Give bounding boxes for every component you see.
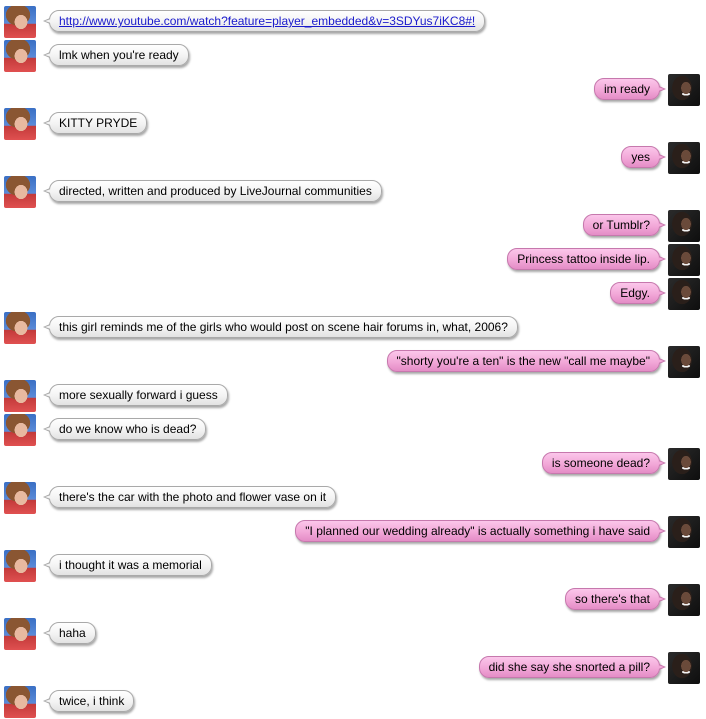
message-text: or Tumblr?	[592, 218, 650, 232]
outgoing-message-bubble: "shorty you're a ten" is the new "call m…	[386, 350, 667, 372]
message-row: so there's that	[0, 582, 706, 616]
self-avatar-icon	[668, 278, 700, 310]
self-avatar-icon	[668, 142, 700, 174]
outgoing-message-bubble: or Tumblr?	[582, 214, 667, 236]
message-row: Edgy.	[0, 276, 706, 310]
outgoing-message-bubble: yes	[621, 146, 666, 168]
message-text: Princess tattoo inside lip.	[517, 252, 650, 266]
message-text: there's the car with the photo and flowe…	[59, 490, 327, 504]
message-text: so there's that	[575, 592, 650, 606]
buddy-avatar-icon	[4, 414, 36, 446]
message-row: did she say she snorted a pill?	[0, 650, 706, 684]
message-row: Princess tattoo inside lip.	[0, 242, 706, 276]
message-row: haha	[0, 616, 706, 650]
message-row: i thought it was a memorial	[0, 548, 706, 582]
message-text: Edgy.	[620, 286, 650, 300]
buddy-avatar-icon	[4, 108, 36, 140]
chat-transcript: http://www.youtube.com/watch?feature=pla…	[0, 0, 706, 719]
buddy-avatar-icon	[4, 6, 36, 38]
outgoing-message-bubble: im ready	[593, 78, 667, 100]
self-avatar-icon	[668, 74, 700, 106]
buddy-avatar-icon	[4, 40, 36, 72]
message-row: this girl reminds me of the girls who wo…	[0, 310, 706, 344]
self-avatar-icon	[668, 516, 700, 548]
outgoing-message-bubble: "I planned our wedding already" is actua…	[295, 520, 666, 542]
message-link[interactable]: http://www.youtube.com/watch?feature=pla…	[59, 14, 475, 28]
buddy-avatar-icon	[4, 482, 36, 514]
message-row: lmk when you're ready	[0, 38, 706, 72]
message-row: im ready	[0, 72, 706, 106]
incoming-message-bubble: this girl reminds me of the girls who wo…	[43, 316, 518, 338]
message-row: more sexually forward i guess	[0, 378, 706, 412]
incoming-message-bubble: haha	[43, 622, 96, 644]
message-row: http://www.youtube.com/watch?feature=pla…	[0, 4, 706, 38]
buddy-avatar-icon	[4, 686, 36, 718]
message-text: "I planned our wedding already" is actua…	[305, 524, 650, 538]
incoming-message-bubble: lmk when you're ready	[43, 44, 189, 66]
message-text: do we know who is dead?	[59, 422, 197, 436]
outgoing-message-bubble: so there's that	[565, 588, 666, 610]
message-text: "shorty you're a ten" is the new "call m…	[396, 354, 650, 368]
message-text: haha	[59, 626, 86, 640]
incoming-message-bubble: do we know who is dead?	[42, 418, 207, 440]
incoming-message-bubble: i thought it was a memorial	[43, 554, 212, 576]
message-row: there's the car with the photo and flowe…	[0, 480, 706, 514]
buddy-avatar-icon	[4, 550, 36, 582]
incoming-message-bubble: directed, written and produced by LiveJo…	[43, 180, 382, 202]
message-text: did she say she snorted a pill?	[488, 660, 650, 674]
message-text: yes	[631, 150, 650, 164]
buddy-avatar-icon	[4, 380, 36, 412]
message-row: "shorty you're a ten" is the new "call m…	[0, 344, 706, 378]
message-text: directed, written and produced by LiveJo…	[59, 184, 372, 198]
message-text: KITTY PRYDE	[59, 116, 138, 130]
self-avatar-icon	[668, 652, 700, 684]
message-row: yes	[0, 140, 706, 174]
incoming-message-bubble: http://www.youtube.com/watch?feature=pla…	[42, 10, 486, 32]
message-row: directed, written and produced by LiveJo…	[0, 174, 706, 208]
self-avatar-icon	[668, 210, 700, 242]
message-row: "I planned our wedding already" is actua…	[0, 514, 706, 548]
buddy-avatar-icon	[4, 312, 36, 344]
message-text: is someone dead?	[551, 456, 650, 470]
message-row: or Tumblr?	[0, 208, 706, 242]
self-avatar-icon	[668, 346, 700, 378]
incoming-message-bubble: KITTY PRYDE	[42, 112, 148, 134]
message-text: more sexually forward i guess	[59, 388, 218, 402]
self-avatar-icon	[668, 584, 700, 616]
message-text: im ready	[603, 82, 650, 96]
outgoing-message-bubble: Princess tattoo inside lip.	[507, 248, 666, 270]
incoming-message-bubble: more sexually forward i guess	[43, 384, 228, 406]
message-row: do we know who is dead?	[0, 412, 706, 446]
buddy-avatar-icon	[4, 176, 36, 208]
message-text: twice, i think	[59, 694, 125, 708]
incoming-message-bubble: there's the car with the photo and flowe…	[42, 486, 337, 508]
outgoing-message-bubble: is someone dead?	[541, 452, 667, 474]
self-avatar-icon	[668, 448, 700, 480]
message-row: KITTY PRYDE	[0, 106, 706, 140]
incoming-message-bubble: twice, i think	[42, 690, 135, 712]
outgoing-message-bubble: did she say she snorted a pill?	[478, 656, 667, 678]
message-text: this girl reminds me of the girls who wo…	[59, 320, 508, 334]
self-avatar-icon	[668, 244, 700, 276]
message-text: lmk when you're ready	[59, 48, 179, 62]
outgoing-message-bubble: Edgy.	[610, 282, 666, 304]
message-row: is someone dead?	[0, 446, 706, 480]
buddy-avatar-icon	[4, 618, 36, 650]
message-text: i thought it was a memorial	[59, 558, 202, 572]
message-row: twice, i think	[0, 684, 706, 718]
